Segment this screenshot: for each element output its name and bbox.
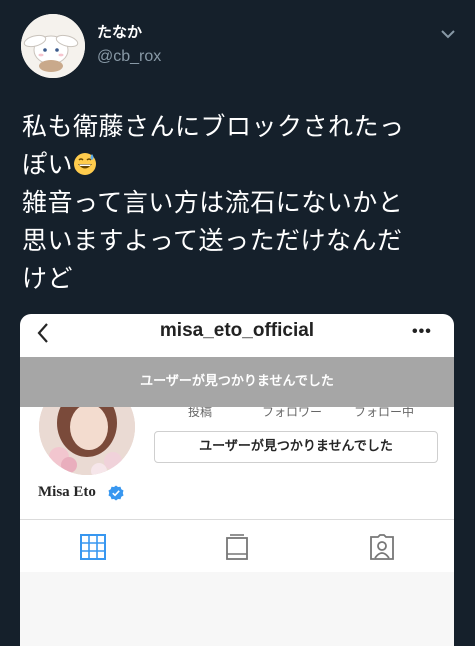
attached-screenshot[interactable]: misa_eto_official ••• 投稿 フォロワー フォロー中 ユーザ…: [20, 314, 454, 646]
ig-profile-tabs: [20, 519, 454, 573]
chevron-down-icon[interactable]: [440, 28, 456, 40]
tweet-handle[interactable]: @cb_rox: [97, 48, 161, 66]
igtv-icon: [226, 534, 248, 560]
tweet-text: 私も衛藤さんにブロックされたっ ぽい 雑音って言い方は流石にないかと 思いますよ…: [22, 108, 452, 298]
grid-icon: [80, 534, 106, 560]
ig-posts-area: [20, 572, 454, 646]
ig-user-not-found-banner: ユーザーが見つかりませんでした: [20, 357, 454, 407]
cinnamoroll-avatar-icon: [21, 14, 85, 78]
tweet-text-line: 思いますよって送っただけなんだ: [22, 226, 403, 255]
grinning-face-with-sweat-icon: [74, 153, 97, 175]
tweet-text-line: 雑音って言い方は流石にないかと: [22, 188, 404, 217]
ig-user-not-found-button: ユーザーが見つかりませんでした: [154, 431, 438, 463]
ig-username-title: misa_eto_official: [159, 320, 315, 341]
ig-profile-name: Misa Eto: [38, 484, 96, 500]
tweet-author-avatar[interactable]: [21, 14, 85, 78]
tagged-user-icon: [370, 534, 394, 560]
tweet-text-line: けど: [22, 264, 74, 293]
tweet-text-line: ぽい: [22, 146, 452, 184]
more-options-icon: •••: [412, 323, 432, 340]
verified-badge-icon: [108, 485, 124, 501]
tweet-display-name[interactable]: たなか: [97, 21, 142, 42]
tweet-text-line: 私も衛藤さんにブロックされたっ: [22, 112, 405, 141]
